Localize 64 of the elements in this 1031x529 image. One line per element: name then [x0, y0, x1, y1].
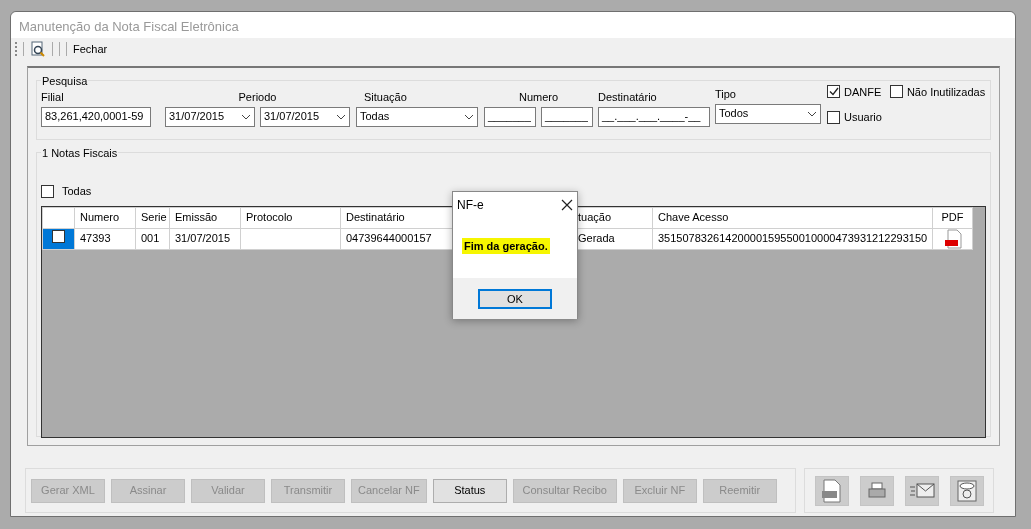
print-preview-icon[interactable] [30, 41, 46, 57]
pdf-file-button[interactable] [814, 475, 849, 506]
field-value: 31/07/2015 [169, 109, 225, 125]
document-icon [954, 478, 979, 503]
column-header: PDF [932, 207, 973, 228]
input-field[interactable]: _______ [484, 106, 536, 127]
column-header: Protocolo [240, 207, 341, 228]
field-label: Periodo [238, 90, 277, 105]
envelope-icon [908, 481, 935, 500]
column-header: Emissão [169, 207, 241, 228]
checkbox[interactable] [827, 85, 840, 99]
table-cell: Gerada [578, 232, 615, 245]
close-button[interactable]: Fechar [73, 40, 108, 58]
checkbox[interactable] [41, 184, 54, 198]
close-icon[interactable] [561, 199, 573, 211]
window-title: Manutenção da Nota Fiscal Eletrônica [11, 12, 1015, 38]
field-label: Situação [364, 90, 407, 105]
dropdown[interactable]: Todas [356, 106, 478, 127]
dropdown[interactable]: Todos [715, 103, 821, 124]
chevron-icon [464, 113, 474, 120]
field-value: 83,261,420,0001-59 [45, 109, 144, 125]
pdf-file-icon [820, 478, 843, 503]
checkbox-label: Todas [62, 184, 92, 199]
printer-button[interactable] [859, 475, 894, 506]
table-cell: 001 [141, 232, 160, 245]
input-field[interactable]: __.___.___.____-__ [598, 106, 710, 127]
chevron-icon [807, 110, 817, 117]
printer-icon [866, 481, 887, 500]
field-value: 31/07/2015 [264, 109, 320, 125]
field-label: Destinatário [598, 90, 657, 105]
field-value: Todos [719, 106, 749, 122]
table-cell: 31/07/2015 [175, 232, 231, 245]
field-value: Todas [360, 109, 390, 125]
dialog-message: Fim da geração. [462, 238, 550, 254]
input-field[interactable]: _______ [541, 106, 593, 127]
table-cell: 35150783261420000159550010000473931212293150 [658, 232, 928, 245]
field-label: Numero [518, 90, 559, 105]
table-cell: 04739644000157 [346, 232, 432, 245]
field-label: Tipo [715, 87, 736, 102]
column-header: Chave Acesso [652, 207, 933, 228]
input-field[interactable]: 83,261,420,0001-59 [41, 106, 151, 127]
xml-file-button[interactable] [949, 475, 984, 506]
field-value: __.___.___.____-__ [602, 109, 701, 125]
table-cell: 47393 [80, 232, 111, 245]
field-value: _______ [545, 109, 588, 125]
column-header: Numero [74, 207, 136, 228]
checkbox[interactable] [827, 111, 840, 125]
field-value: _______ [488, 109, 531, 125]
chevron-icon [336, 113, 346, 120]
row-selector[interactable] [42, 228, 75, 249]
date-picker[interactable]: 31/07/2015 [165, 106, 255, 127]
checkbox-label: Não Inutilizadas [906, 84, 986, 100]
checkbox-label: Usuario [844, 110, 882, 126]
chevron-icon [241, 113, 251, 120]
date-picker[interactable]: 31/07/2015 [260, 106, 350, 127]
checkbox-label: DANFE [844, 84, 882, 100]
checkbox[interactable] [889, 85, 903, 99]
action-button[interactable]: Status [432, 478, 507, 503]
checkbox[interactable] [52, 229, 65, 243]
envelope-button[interactable] [904, 475, 939, 506]
ok-button[interactable]: OK [478, 288, 552, 309]
pdf-file-icon[interactable] [943, 229, 962, 248]
field-label: Filial [41, 90, 64, 105]
column-header: Serie [135, 207, 170, 228]
